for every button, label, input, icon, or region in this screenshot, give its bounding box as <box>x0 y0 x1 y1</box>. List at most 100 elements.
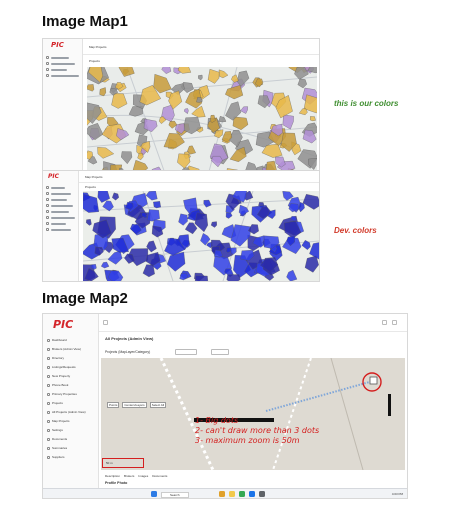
map-parcel <box>99 87 107 97</box>
folder-icon <box>46 222 49 225</box>
brand-logo: PIC <box>48 173 60 180</box>
map1-screenshot-ours: PIC Map Projects Projects <box>42 38 320 181</box>
map-parcel <box>118 67 135 77</box>
map-parcel <box>231 74 239 83</box>
sidebar-item[interactable] <box>46 203 73 208</box>
sidebar-item[interactable] <box>46 73 79 78</box>
tab-documents[interactable]: Documents <box>152 474 167 478</box>
map-canvas[interactable] <box>87 67 317 179</box>
map-parcel <box>137 152 144 161</box>
tab-brokers[interactable]: Brokers <box>124 474 134 478</box>
profile-photo-title: Profile Photo <box>105 481 128 485</box>
map-parcel <box>240 106 248 114</box>
sidebar-item-label: Primary Properties <box>52 392 77 396</box>
tab-map-projects[interactable]: Map Projects <box>85 175 103 179</box>
sidebar-item[interactable] <box>46 197 67 202</box>
folder-icon <box>46 216 49 219</box>
sidebar: PIC Dashboard Brokers (Admin View) Directo… <box>43 314 99 488</box>
sidebar-item[interactable]: Listings/Requests <box>47 365 76 369</box>
polyline-vertex <box>369 376 378 385</box>
sidebar-item[interactable] <box>46 185 65 190</box>
chrome-icon[interactable] <box>239 491 245 497</box>
annotation-line-1: 1- Big dots <box>195 416 239 425</box>
sidebar-item[interactable] <box>46 61 75 66</box>
map-parcel <box>178 213 188 226</box>
sidebar-item[interactable] <box>46 209 69 214</box>
explorer-icon[interactable] <box>229 491 235 497</box>
breadcrumb: Projects <box>89 59 100 63</box>
map-parcel <box>225 85 244 100</box>
user-avatar-icon[interactable] <box>392 320 397 325</box>
sidebar-item[interactable] <box>46 191 71 196</box>
sidebar-item[interactable] <box>46 67 67 72</box>
folder-icon <box>47 356 50 360</box>
mail-icon[interactable] <box>259 491 265 497</box>
map-parcel <box>194 275 208 281</box>
map-parcel <box>203 199 212 208</box>
sidebar-item[interactable] <box>46 227 71 232</box>
map-parcel <box>225 212 233 219</box>
windows-start-icon[interactable] <box>151 491 157 497</box>
sidebar-item[interactable]: Projects <box>47 401 63 405</box>
taskbar-search[interactable]: Search <box>161 492 189 498</box>
sidebar-item[interactable]: Summaries <box>47 446 67 450</box>
notification-icon[interactable] <box>382 320 387 325</box>
sidebar: PIC <box>43 39 83 180</box>
sidebar-item[interactable]: Phone Book <box>47 383 68 387</box>
map-parcel <box>207 69 220 84</box>
folder-icon <box>46 198 49 201</box>
sidebar-item[interactable]: All Projects (Admin View) <box>47 410 86 414</box>
layers-icon[interactable] <box>211 349 229 355</box>
map-canvas[interactable]: Points Centers/Layers Select All 1- Big … <box>101 358 405 470</box>
top-bar <box>99 314 407 332</box>
annotation-bar <box>388 394 391 416</box>
sidebar-item[interactable] <box>46 215 75 220</box>
points-tool[interactable]: Points <box>107 402 120 408</box>
search-icon[interactable] <box>175 349 197 355</box>
top-bar: Map Projects <box>79 171 319 183</box>
tab-images[interactable]: Images <box>138 474 148 478</box>
layers-tool[interactable]: Centers/Layers <box>122 402 147 408</box>
sidebar-item[interactable]: Map Projects <box>47 419 70 423</box>
map-parcel <box>107 250 123 265</box>
menu-icon[interactable] <box>103 320 108 325</box>
map-parcel <box>167 251 186 272</box>
map-parcel <box>286 269 298 281</box>
sidebar-item-label: Dashboard <box>52 338 67 342</box>
note-dev-colors: Dev. colors <box>334 226 377 235</box>
map-parcel <box>310 116 316 122</box>
breadcrumb: Projects (MapLayer/Category) <box>105 350 151 354</box>
sidebar-item[interactable]: Primary Properties <box>47 392 77 396</box>
sidebar-item[interactable]: Settings <box>47 428 63 432</box>
sidebar-item[interactable]: Suppliers <box>47 455 65 459</box>
page-title: All Projects (Admin View) <box>105 336 154 341</box>
folder-icon <box>47 437 50 441</box>
section2-heading: Image Map2 <box>42 290 128 307</box>
map-parcel <box>142 264 155 278</box>
sidebar-item[interactable]: Dashboard <box>47 338 67 342</box>
select-all-tool[interactable]: Select All <box>149 402 167 408</box>
sidebar-item[interactable] <box>46 221 66 226</box>
sidebar-item[interactable]: Documents <box>47 437 67 441</box>
folder-icon <box>47 347 50 351</box>
section1-heading: Image Map1 <box>42 13 128 30</box>
map-parcel <box>86 219 92 226</box>
map-parcel <box>107 270 124 281</box>
folder-icon <box>47 428 50 432</box>
folder-icon <box>46 228 49 231</box>
folder-icon <box>46 62 49 65</box>
folder-icon <box>47 446 50 450</box>
annotation-text: 1- Big dots 2- can't draw more than 3 do… <box>195 416 319 446</box>
tab-map-projects[interactable]: Map Projects <box>89 45 107 49</box>
map-canvas[interactable] <box>83 191 319 281</box>
breadcrumb: Projects <box>85 185 96 189</box>
browser-icon[interactable] <box>219 491 225 497</box>
sidebar-item[interactable]: Brokers (Admin View) <box>47 347 81 351</box>
sidebar-item[interactable]: New Property <box>47 374 70 378</box>
tab-description[interactable]: Description <box>105 474 120 478</box>
folder-icon <box>47 383 50 387</box>
sidebar-item[interactable]: Directory <box>47 356 64 360</box>
edge-icon[interactable] <box>249 491 255 497</box>
sidebar-item[interactable] <box>46 55 69 60</box>
folder-icon <box>47 419 50 423</box>
